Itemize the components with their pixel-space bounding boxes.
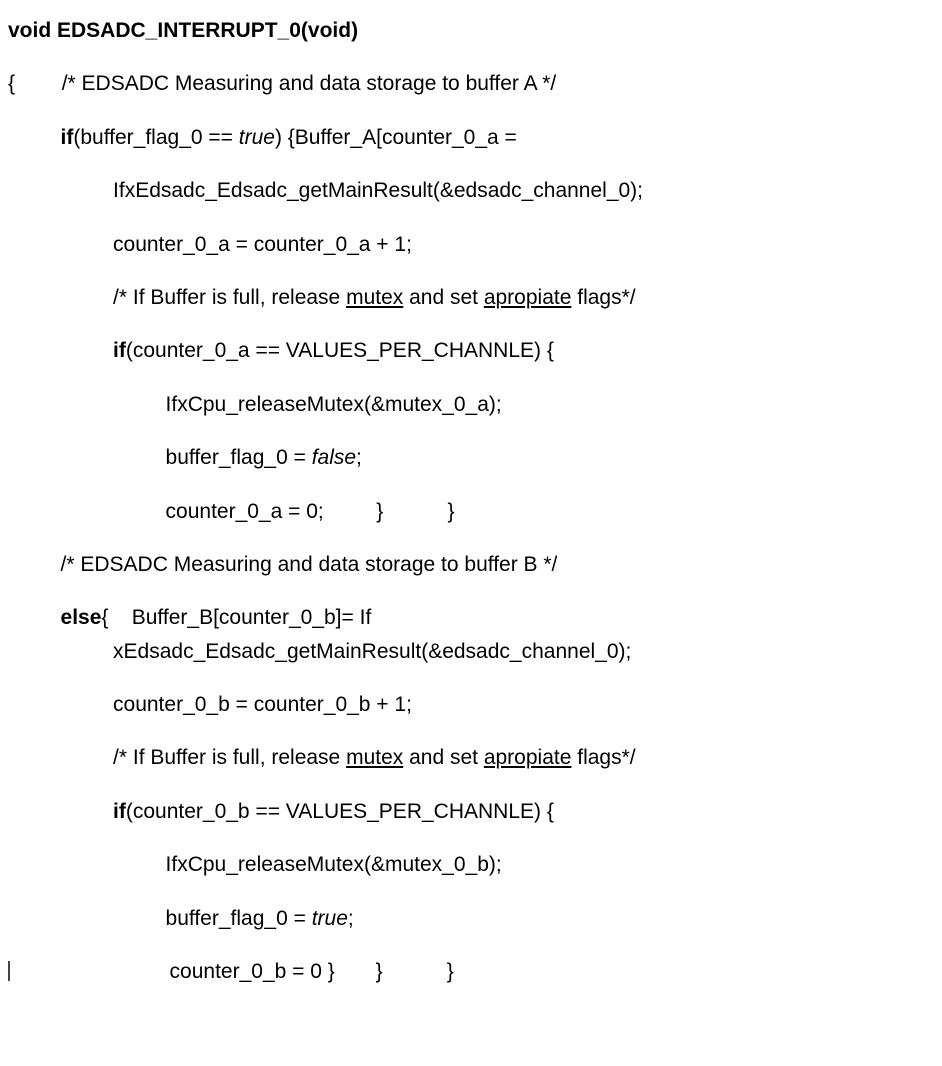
code-line-17: buffer_flag_0 = true; [8,904,934,933]
code-line-13: counter_0_b = counter_0_b + 1; [8,690,934,719]
underline-apropiate: apropiate [484,746,572,769]
stmt: counter_0_b = 0 } } } [12,960,454,983]
stmt: buffer_flag_0 = [8,907,312,930]
code-line-12: else{ Buffer_B[counter_0_b]= If xEdsadc_… [8,603,934,666]
comment: /* If Buffer is full, release [8,746,346,769]
keyword-void: void [308,19,351,42]
stmt: IfxEdsadc_Edsadc_getMainResult(&edsadc_c… [8,179,643,202]
comment: /* If Buffer is full, release [8,286,346,309]
semicolon: ; [348,907,354,930]
code-line-10: counter_0_a = 0; } } [8,497,934,526]
code-line-8: IfxCpu_releaseMutex(&mutex_0_a); [8,390,934,419]
stmt: xEdsadc_Edsadc_getMainResult(&edsadc_cha… [8,640,631,663]
cond: (counter_0_a == VALUES_PER_CHANNLE) { [126,339,554,362]
keyword-false: false [312,446,356,469]
paren: ) [351,19,358,42]
code-line-7: if(counter_0_a == VALUES_PER_CHANNLE) { [8,336,934,365]
code-line-16: IfxCpu_releaseMutex(&mutex_0_b); [8,850,934,879]
semicolon: ; [356,446,362,469]
stmt: buffer_flag_0 = [8,446,312,469]
func-decl: EDSADC_INTERRUPT_0( [51,19,308,42]
comment: and set [403,286,484,309]
keyword-true: true [312,907,348,930]
stmt: { Buffer_B[counter_0_b]= If [101,606,371,629]
cond: (buffer_flag_0 == [73,126,238,149]
stmt: IfxCpu_releaseMutex(&mutex_0_b); [8,853,502,876]
code-line-1: void EDSADC_INTERRUPT_0(void) [8,16,934,45]
stmt: counter_0_b = counter_0_b + 1; [8,693,412,716]
code-line-2: { /* EDSADC Measuring and data storage t… [8,69,934,98]
code-line-5: counter_0_a = counter_0_a + 1; [8,230,934,259]
cond: (counter_0_b == VALUES_PER_CHANNLE) { [126,800,554,823]
code-line-9: buffer_flag_0 = false; [8,443,934,472]
code-line-3: if(buffer_flag_0 == true) {Buffer_A[coun… [8,123,934,152]
code-line-11: /* EDSADC Measuring and data storage to … [8,550,934,579]
stmt: counter_0_a = counter_0_a + 1; [8,233,412,256]
underline-mutex: mutex [346,286,403,309]
keyword-if: if [8,339,126,362]
code-line-15: if(counter_0_b == VALUES_PER_CHANNLE) { [8,797,934,826]
code-line-4: IfxEdsadc_Edsadc_getMainResult(&edsadc_c… [8,176,934,205]
keyword-else: else [8,606,101,629]
brace-comment: { /* EDSADC Measuring and data storage t… [8,72,556,95]
underline-mutex: mutex [346,746,403,769]
code-line-6: /* If Buffer is full, release mutex and … [8,283,934,312]
keyword-true: true [239,126,275,149]
comment: flags*/ [571,286,635,309]
comment: /* EDSADC Measuring and data storage to … [8,553,557,576]
comment: flags*/ [571,746,635,769]
code-listing: void EDSADC_INTERRUPT_0(void) { /* EDSAD… [8,16,934,986]
code-line-14: /* If Buffer is full, release mutex and … [8,743,934,772]
text-cursor-icon [8,961,10,981]
stmt: IfxCpu_releaseMutex(&mutex_0_a); [8,393,502,416]
comment: and set [403,746,484,769]
keyword-void: void [8,19,51,42]
underline-apropiate: apropiate [484,286,572,309]
code-line-18: counter_0_b = 0 } } } [8,957,934,986]
keyword-if: if [8,800,126,823]
stmt: counter_0_a = 0; } } [8,500,454,523]
keyword-if: if [8,126,73,149]
cond-tail: ) {Buffer_A[counter_0_a = [275,126,517,149]
